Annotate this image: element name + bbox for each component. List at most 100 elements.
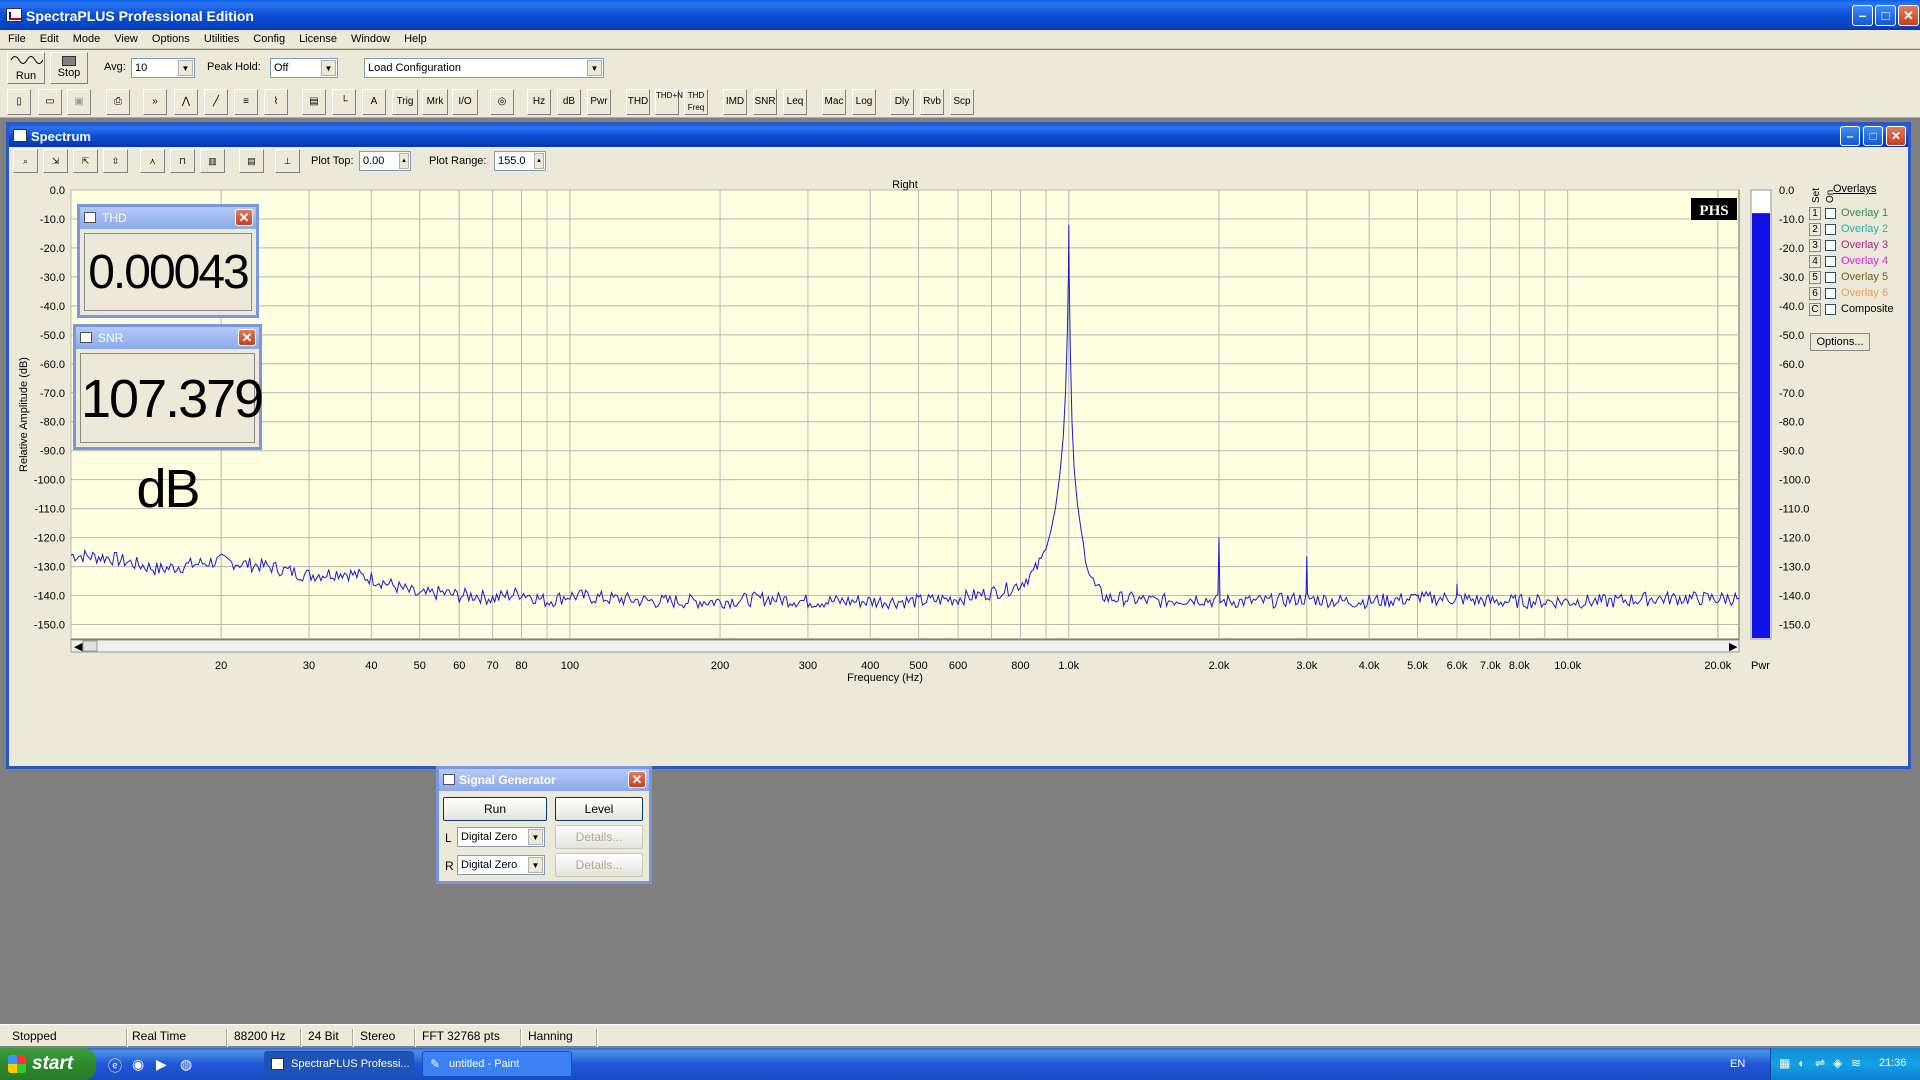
- spectrum-title-bar[interactable]: Spectrum – □ ✕: [9, 125, 1908, 147]
- tray-speaker-icon[interactable]: ◖: [1797, 1056, 1804, 1070]
- stop-button[interactable]: Stop: [50, 52, 88, 84]
- overlay-set-key[interactable]: 6: [1809, 287, 1821, 300]
- signal-generator-close-button[interactable]: ✕: [628, 771, 646, 788]
- overlay-row[interactable]: 1 Overlay 1: [1809, 207, 1909, 222]
- new-file-button[interactable]: ▯: [7, 89, 31, 115]
- overlay-checkbox[interactable]: [1825, 208, 1836, 219]
- leq-button[interactable]: Leq: [783, 89, 807, 115]
- menu-help[interactable]: Help: [396, 30, 433, 45]
- cursor-button[interactable]: ⊥: [275, 149, 300, 173]
- ie-icon[interactable]: ⓔ: [108, 1056, 122, 1076]
- mac-button[interactable]: Mac: [822, 89, 846, 115]
- line-graph-button[interactable]: ⋏: [140, 149, 165, 173]
- close-button[interactable]: ✕: [1898, 5, 1919, 26]
- thd-button[interactable]: THD: [626, 89, 650, 115]
- overlay-checkbox[interactable]: [1825, 240, 1836, 251]
- chrome-icon[interactable]: ◍: [180, 1056, 192, 1073]
- phs-badge[interactable]: PHS: [1691, 198, 1737, 220]
- snr-meter-window[interactable]: SNR ✕ 107.379 dB: [73, 324, 264, 519]
- media-player-icon[interactable]: ▶: [156, 1056, 167, 1073]
- overlays-options-button[interactable]: Options...: [1810, 333, 1870, 351]
- horizontal-scrollbar[interactable]: ◀ ▶: [70, 639, 1740, 653]
- avg-select[interactable]: 10 ▼: [131, 58, 195, 78]
- menu-config[interactable]: Config: [245, 30, 291, 45]
- overlay-set-key[interactable]: 2: [1809, 223, 1821, 236]
- overlay-set-key[interactable]: C: [1809, 303, 1821, 316]
- overlay-checkbox[interactable]: [1825, 304, 1836, 315]
- rvb-button[interactable]: Rvb: [920, 89, 944, 115]
- overlay-checkbox[interactable]: [1825, 288, 1836, 299]
- signal-generator-title-bar[interactable]: Signal Generator ✕: [439, 769, 649, 791]
- snr-meter-title-bar[interactable]: SNR ✕: [76, 327, 259, 349]
- spectrum-maximize-button[interactable]: □: [1863, 126, 1883, 146]
- spinner-icon[interactable]: ▲: [399, 153, 409, 169]
- octave-bar-button[interactable]: ▥: [200, 149, 225, 173]
- menu-file[interactable]: File: [0, 30, 32, 45]
- siggen-level-button[interactable]: Level: [555, 797, 643, 821]
- tray-antivirus-icon[interactable]: ◈: [1833, 1056, 1842, 1070]
- axis-button[interactable]: └: [332, 89, 356, 115]
- tray-usb-icon[interactable]: ⇌: [1815, 1056, 1825, 1070]
- overlay-set-key[interactable]: 3: [1809, 239, 1821, 252]
- snr-button[interactable]: SNR: [753, 89, 777, 115]
- time-mode-button[interactable]: ╱: [204, 89, 228, 115]
- maximize-button[interactable]: □: [1875, 5, 1896, 26]
- signal-generator-window[interactable]: Signal Generator ✕ Run Level L Digital Z…: [436, 766, 652, 884]
- spinner-icon[interactable]: ▲: [534, 153, 544, 169]
- trig-button[interactable]: Trig: [392, 89, 418, 115]
- zoom-full-button[interactable]: ⇳: [103, 149, 128, 173]
- zoom-button[interactable]: ⌕: [13, 149, 38, 173]
- overlay-row[interactable]: 6 Overlay 6: [1809, 287, 1909, 302]
- thd-n-button[interactable]: THD+N: [655, 89, 683, 115]
- db-button[interactable]: dB: [557, 89, 581, 115]
- print-button[interactable]: ⎙: [106, 89, 130, 115]
- spectrum-plot[interactable]: 0.0 -10.0 -20.0 -30.0 -40.0 -50.0 -60.0 -70.0 -8…: [9, 175, 1908, 766]
- tray-network-icon[interactable]: ▦: [1779, 1056, 1790, 1070]
- fast-forward-button[interactable]: »: [143, 89, 167, 115]
- start-button[interactable]: start: [0, 1048, 96, 1080]
- hz-button[interactable]: Hz: [527, 89, 551, 115]
- thd-meter-title-bar[interactable]: THD ✕: [80, 207, 256, 229]
- save-file-button[interactable]: ▣: [67, 89, 91, 115]
- menu-options[interactable]: Options: [144, 30, 196, 45]
- mrk-button[interactable]: Mrk: [422, 89, 448, 115]
- imd-button[interactable]: IMD: [723, 89, 747, 115]
- log-button[interactable]: Log: [852, 89, 876, 115]
- io-button[interactable]: I/O: [452, 89, 478, 115]
- siggen-left-details-button[interactable]: Details...: [555, 825, 643, 849]
- generator-button[interactable]: ◎: [490, 89, 514, 115]
- plot-range-input[interactable]: 155.0 ▲: [494, 151, 546, 171]
- overlay-set-key[interactable]: 4: [1809, 255, 1821, 268]
- zoom-in-2x-button[interactable]: ⇲: [43, 149, 68, 173]
- spectrum-minimize-button[interactable]: –: [1840, 126, 1860, 146]
- scp-button[interactable]: Scp: [950, 89, 974, 115]
- minimize-button[interactable]: –: [1852, 5, 1873, 26]
- task-spectraplus[interactable]: SpectraPLUS Professi...: [264, 1051, 414, 1077]
- overlay-row[interactable]: 2 Overlay 2: [1809, 223, 1909, 238]
- task-paint[interactable]: ✎ untitled - Paint: [422, 1051, 572, 1077]
- app-title-bar[interactable]: SpectraPLUS Professional Edition – □ ✕: [0, 0, 1920, 30]
- siggen-right-select[interactable]: Digital Zero ▼: [457, 855, 545, 875]
- spectrum-mode-button[interactable]: ⋀: [174, 89, 198, 115]
- menu-edit[interactable]: Edit: [32, 30, 65, 45]
- open-file-button[interactable]: ▭: [38, 89, 62, 115]
- plot-settings-button[interactable]: ▤: [239, 149, 264, 173]
- pwr-button[interactable]: Pwr: [587, 89, 611, 115]
- menu-utilities[interactable]: Utilities: [196, 30, 245, 45]
- tray-wifi-icon[interactable]: ≋: [1851, 1056, 1861, 1070]
- zoom-out-2x-button[interactable]: ⇱: [73, 149, 98, 173]
- settings-button[interactable]: ▤: [302, 89, 326, 115]
- outlook-icon[interactable]: ◉: [132, 1056, 144, 1073]
- menu-view[interactable]: View: [106, 30, 144, 45]
- overlay-checkbox[interactable]: [1825, 272, 1836, 283]
- snr-meter-close-button[interactable]: ✕: [238, 329, 256, 346]
- language-indicator[interactable]: EN: [1730, 1058, 1745, 1070]
- overlay-set-key[interactable]: 1: [1809, 207, 1821, 220]
- weighting-button[interactable]: A: [362, 89, 386, 115]
- overlay-row[interactable]: 3 Overlay 3: [1809, 239, 1909, 254]
- menu-license[interactable]: License: [291, 30, 343, 45]
- 3d-surface-button[interactable]: ⌇: [264, 89, 288, 115]
- overlay-checkbox[interactable]: [1825, 224, 1836, 235]
- bar-graph-button[interactable]: ⊓: [170, 149, 195, 173]
- overlay-row[interactable]: C Composite: [1809, 303, 1909, 318]
